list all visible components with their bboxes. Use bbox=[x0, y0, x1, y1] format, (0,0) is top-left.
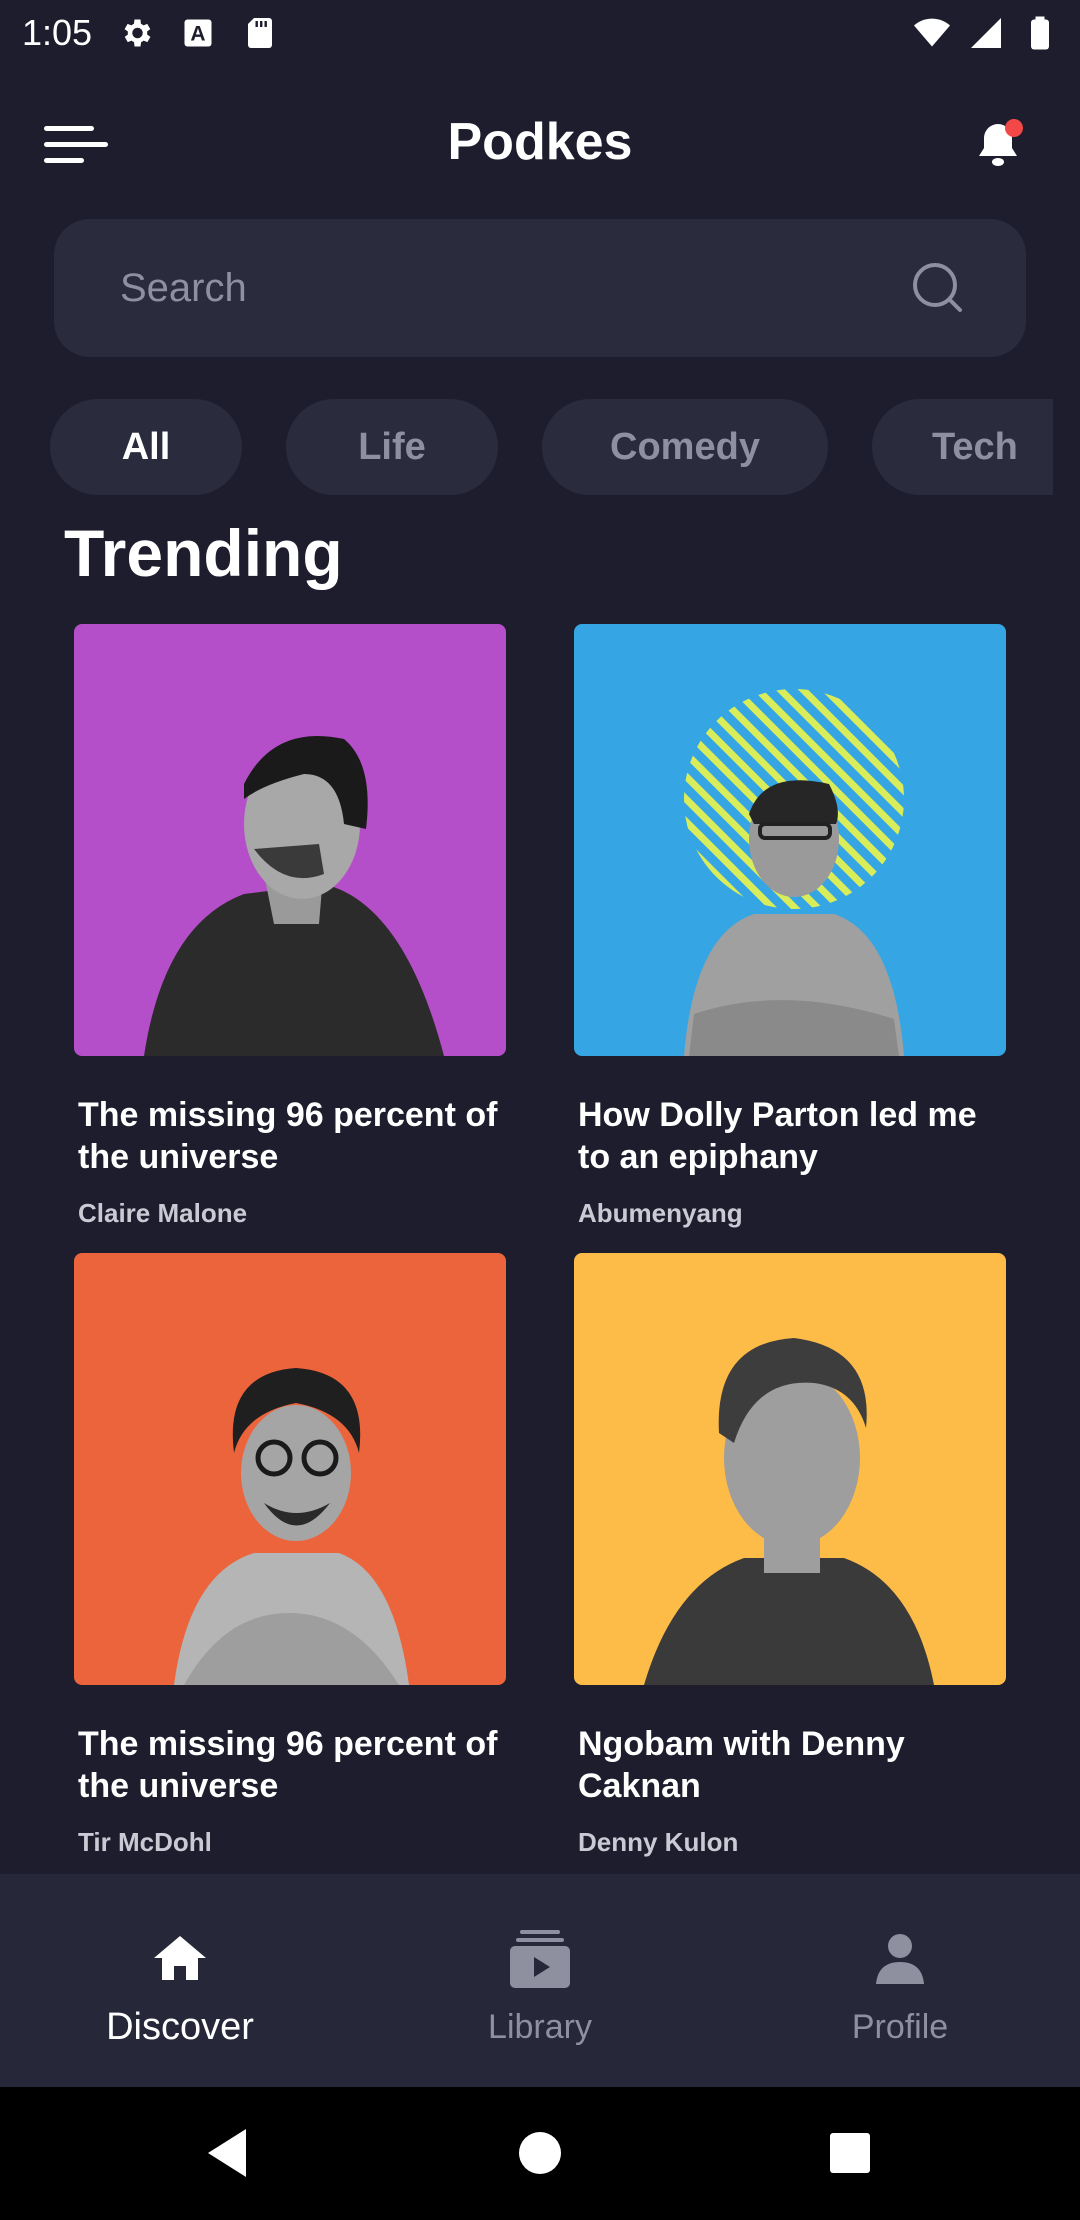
status-bar: 1:05 A bbox=[0, 0, 1080, 66]
podcast-cover[interactable] bbox=[74, 1253, 506, 1685]
sd-card-icon bbox=[248, 18, 273, 48]
nav-label: Library bbox=[488, 2008, 592, 2046]
search-icon[interactable] bbox=[910, 260, 966, 316]
chip-label: Life bbox=[358, 425, 426, 468]
chip-all[interactable]: All bbox=[50, 399, 242, 495]
home-circle-icon[interactable] bbox=[510, 2123, 570, 2183]
battery-icon bbox=[1031, 16, 1049, 50]
wifi-icon bbox=[914, 18, 950, 47]
podcast-title: Ngobam with Denny Caknan bbox=[578, 1725, 905, 1805]
nav-discover[interactable]: Discover bbox=[0, 1874, 360, 2087]
status-time: 1:05 bbox=[22, 12, 93, 53]
search-input[interactable] bbox=[118, 264, 910, 312]
a-badge-icon: A bbox=[184, 19, 212, 47]
category-chips: All Life Comedy Tech bbox=[50, 399, 1053, 495]
notification-badge bbox=[1005, 119, 1023, 137]
bell-icon[interactable] bbox=[970, 114, 1030, 174]
podcast-cover[interactable] bbox=[574, 1253, 1006, 1685]
section-title-trending: Trending bbox=[64, 516, 343, 590]
podcast-title: The missing 96 percent of the universe bbox=[78, 1096, 498, 1176]
signal-icon bbox=[971, 18, 1001, 48]
nav-label: Profile bbox=[851, 2008, 949, 2046]
podcast-cover[interactable] bbox=[74, 624, 506, 1056]
chip-label: Comedy bbox=[610, 425, 760, 468]
search-bar[interactable] bbox=[54, 219, 1026, 357]
person-photo bbox=[144, 736, 444, 1056]
podcast-author: Denny Kulon bbox=[578, 1827, 739, 1857]
podcast-card[interactable]: How Dolly Parton led me to an epiphany A… bbox=[574, 624, 1006, 1229]
svg-text:A: A bbox=[190, 23, 205, 46]
nav-profile[interactable]: Profile bbox=[720, 1874, 1080, 2087]
podcast-author: Tir McDohl bbox=[78, 1827, 212, 1857]
nav-label: Discover bbox=[106, 2006, 254, 2048]
back-icon[interactable] bbox=[200, 2123, 260, 2183]
home-icon bbox=[154, 1936, 206, 1980]
profile-icon bbox=[876, 1934, 924, 1984]
podcast-card[interactable]: The missing 96 percent of the universe C… bbox=[74, 624, 506, 1229]
library-icon bbox=[510, 1930, 570, 1988]
chip-label: All bbox=[121, 425, 171, 468]
person-photo bbox=[644, 1338, 934, 1685]
person-photo bbox=[174, 1368, 409, 1685]
podcast-cover[interactable] bbox=[574, 624, 1006, 1056]
system-navigation-bar bbox=[0, 2087, 1080, 2220]
app-title: Podkes bbox=[447, 113, 633, 171]
podcast-title: The missing 96 percent of the universe bbox=[78, 1725, 498, 1805]
app-header: Podkes bbox=[0, 100, 1080, 190]
nav-library[interactable]: Library bbox=[360, 1874, 720, 2087]
podcast-card[interactable]: The missing 96 percent of the universe T… bbox=[74, 1253, 506, 1858]
chip-tech[interactable]: Tech bbox=[872, 399, 1053, 495]
chip-label: Tech bbox=[932, 425, 1018, 468]
person-photo bbox=[684, 689, 904, 1056]
podcast-author: Claire Malone bbox=[78, 1198, 248, 1228]
recents-icon[interactable] bbox=[820, 2123, 880, 2183]
gear-icon bbox=[124, 19, 151, 47]
podcast-card[interactable]: Ngobam with Denny Caknan Denny Kulon bbox=[574, 1253, 1006, 1858]
podcast-author: Abumenyang bbox=[578, 1198, 743, 1228]
bottom-nav: Discover Library Profile bbox=[0, 1874, 1080, 2087]
podcast-title: How Dolly Parton led me to an epiphany bbox=[578, 1096, 977, 1176]
chip-life[interactable]: Life bbox=[286, 399, 498, 495]
chip-comedy[interactable]: Comedy bbox=[542, 399, 828, 495]
